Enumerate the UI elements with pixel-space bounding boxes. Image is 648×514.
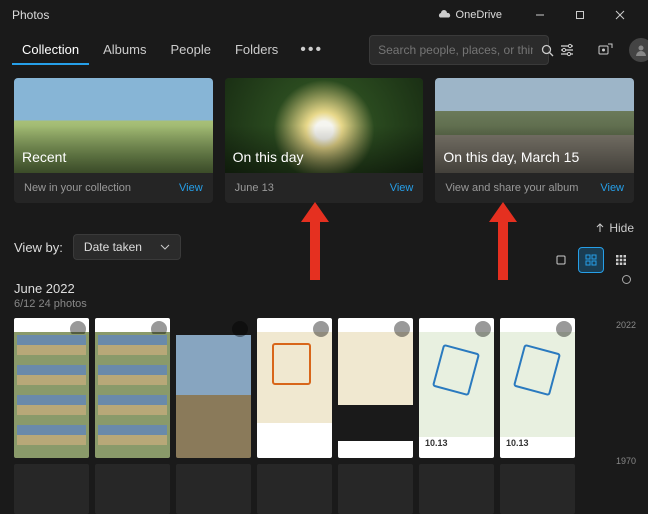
thumbnail[interactable] — [95, 464, 170, 514]
card-on-this-day-march[interactable]: On this day, March 15 View and share you… — [435, 78, 634, 203]
annotation-arrow — [498, 220, 508, 280]
view-dense-button[interactable] — [608, 247, 634, 273]
thumbnail[interactable] — [500, 318, 575, 458]
thumbnail[interactable] — [257, 464, 332, 514]
timeline-year[interactable]: 2022 — [616, 320, 636, 330]
thumbnail[interactable] — [419, 464, 494, 514]
thumbnail[interactable] — [176, 318, 251, 458]
viewby-dropdown[interactable]: Date taken — [73, 234, 181, 260]
card-view-link[interactable]: View — [179, 182, 203, 194]
app-title: Photos — [8, 8, 49, 22]
view-grid-button[interactable] — [578, 247, 604, 273]
onedrive-status[interactable]: OneDrive — [437, 9, 502, 21]
card-subtitle: View and share your album — [445, 182, 578, 194]
card-view-link[interactable]: View — [390, 182, 414, 194]
profile-avatar[interactable] — [629, 38, 648, 62]
thumbnail[interactable] — [176, 464, 251, 514]
card-view-link[interactable]: View — [600, 182, 624, 194]
timeline-marker[interactable] — [622, 275, 631, 284]
section-count: 6/12 24 photos — [14, 298, 634, 310]
tab-collection[interactable]: Collection — [12, 36, 89, 65]
minimize-button[interactable] — [520, 0, 560, 30]
filter-icon[interactable] — [553, 36, 581, 64]
hide-button[interactable]: Hide — [595, 221, 634, 235]
chevron-down-icon — [160, 244, 170, 250]
card-subtitle: New in your collection — [24, 182, 131, 194]
close-button[interactable] — [600, 0, 640, 30]
search-box[interactable] — [369, 35, 549, 65]
photo-grid — [14, 318, 634, 458]
thumbnail[interactable] — [14, 464, 89, 514]
feature-cards: Recent New in your collection View On thi… — [14, 78, 634, 203]
card-title: Recent — [22, 149, 66, 165]
timeline-year[interactable]: 1970 — [616, 456, 636, 466]
tab-folders[interactable]: Folders — [225, 36, 288, 65]
timeline-scrubber[interactable]: 2022 1970 — [612, 275, 640, 494]
titlebar: Photos OneDrive — [0, 0, 648, 30]
tab-albums[interactable]: Albums — [93, 36, 156, 65]
section-month: June 2022 — [14, 281, 634, 296]
card-recent[interactable]: Recent New in your collection View — [14, 78, 213, 203]
maximize-button[interactable] — [560, 0, 600, 30]
viewby-label: View by: — [14, 240, 63, 255]
thumbnail[interactable] — [419, 318, 494, 458]
card-title: On this day — [233, 149, 304, 165]
thumbnail[interactable] — [95, 318, 170, 458]
card-title: On this day, March 15 — [443, 149, 579, 165]
import-icon[interactable] — [591, 36, 619, 64]
card-subtitle: June 13 — [235, 182, 274, 194]
cloud-icon — [437, 10, 451, 20]
navbar: Collection Albums People Folders ••• ••• — [0, 30, 648, 70]
thumbnail[interactable] — [338, 318, 413, 458]
card-on-this-day[interactable]: On this day June 13 View — [225, 78, 424, 203]
thumbnail[interactable] — [14, 318, 89, 458]
view-single-button[interactable] — [548, 247, 574, 273]
thumbnail[interactable] — [338, 464, 413, 514]
nav-more-button[interactable]: ••• — [292, 35, 331, 65]
thumbnail[interactable] — [257, 318, 332, 458]
annotation-arrow — [310, 220, 320, 280]
tab-people[interactable]: People — [160, 36, 220, 65]
arrow-up-icon — [595, 223, 605, 233]
thumbnail[interactable] — [500, 464, 575, 514]
search-input[interactable] — [370, 43, 541, 57]
